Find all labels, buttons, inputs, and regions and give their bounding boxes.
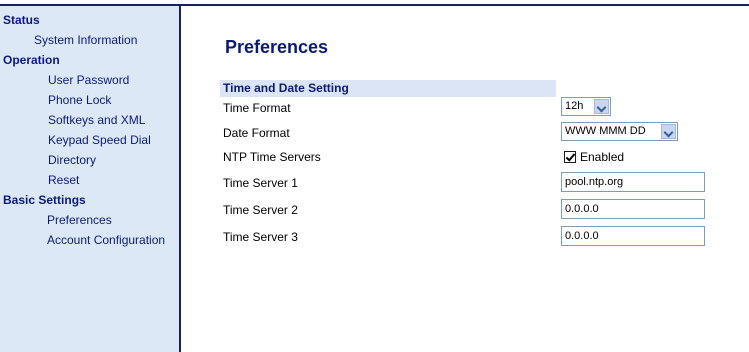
time-server-1-label: Time Server 1 <box>223 176 298 190</box>
sidebar-section-basic-settings[interactable]: Basic Settings <box>0 192 179 212</box>
ntp-enabled-checkbox[interactable] <box>564 151 576 163</box>
time-server-2-label: Time Server 2 <box>223 203 298 217</box>
main-content: Preferences Time and Date Setting Time F… <box>183 6 749 352</box>
date-format-select[interactable]: WWW MMM DD <box>561 122 678 141</box>
sidebar-section-operation[interactable]: Operation <box>0 52 179 72</box>
date-format-label: Date Format <box>223 126 290 140</box>
chevron-down-icon <box>661 124 676 139</box>
sidebar-item-phone-lock[interactable]: Phone Lock <box>0 92 179 112</box>
sidebar-item-system-information[interactable]: System Information <box>0 32 179 52</box>
time-format-value: 12h <box>565 100 584 112</box>
sidebar-section-status[interactable]: Status <box>0 12 179 32</box>
time-server-3-label: Time Server 3 <box>223 230 298 244</box>
section-header-time-date: Time and Date Setting <box>220 80 556 97</box>
time-server-1-input[interactable]: pool.ntp.org <box>561 172 705 192</box>
chevron-down-icon <box>594 99 609 114</box>
time-format-select[interactable]: 12h <box>561 97 611 116</box>
sidebar-item-user-password[interactable]: User Password <box>0 72 179 92</box>
sidebar-item-keypad-speed-dial[interactable]: Keypad Speed Dial <box>0 132 179 152</box>
sidebar-item-reset[interactable]: Reset <box>0 172 179 192</box>
ntp-time-servers-label: NTP Time Servers <box>223 150 321 164</box>
ntp-enabled-label: Enabled <box>580 150 625 164</box>
time-server-2-input[interactable]: 0.0.0.0 <box>561 199 705 219</box>
time-server-3-input[interactable]: 0.0.0.0 <box>561 226 705 246</box>
sidebar-item-account-configuration[interactable]: Account Configuration <box>0 232 179 252</box>
sidebar-nav: Status System Information Operation User… <box>0 6 181 352</box>
sidebar-item-preferences[interactable]: Preferences <box>0 212 179 232</box>
sidebar-item-softkeys-and-xml[interactable]: Softkeys and XML <box>0 112 179 132</box>
sidebar-item-directory[interactable]: Directory <box>0 152 179 172</box>
date-format-value: WWW MMM DD <box>565 125 646 137</box>
page-title: Preferences <box>225 37 329 57</box>
time-format-label: Time Format <box>223 101 291 115</box>
app-frame: Status System Information Operation User… <box>0 4 749 352</box>
